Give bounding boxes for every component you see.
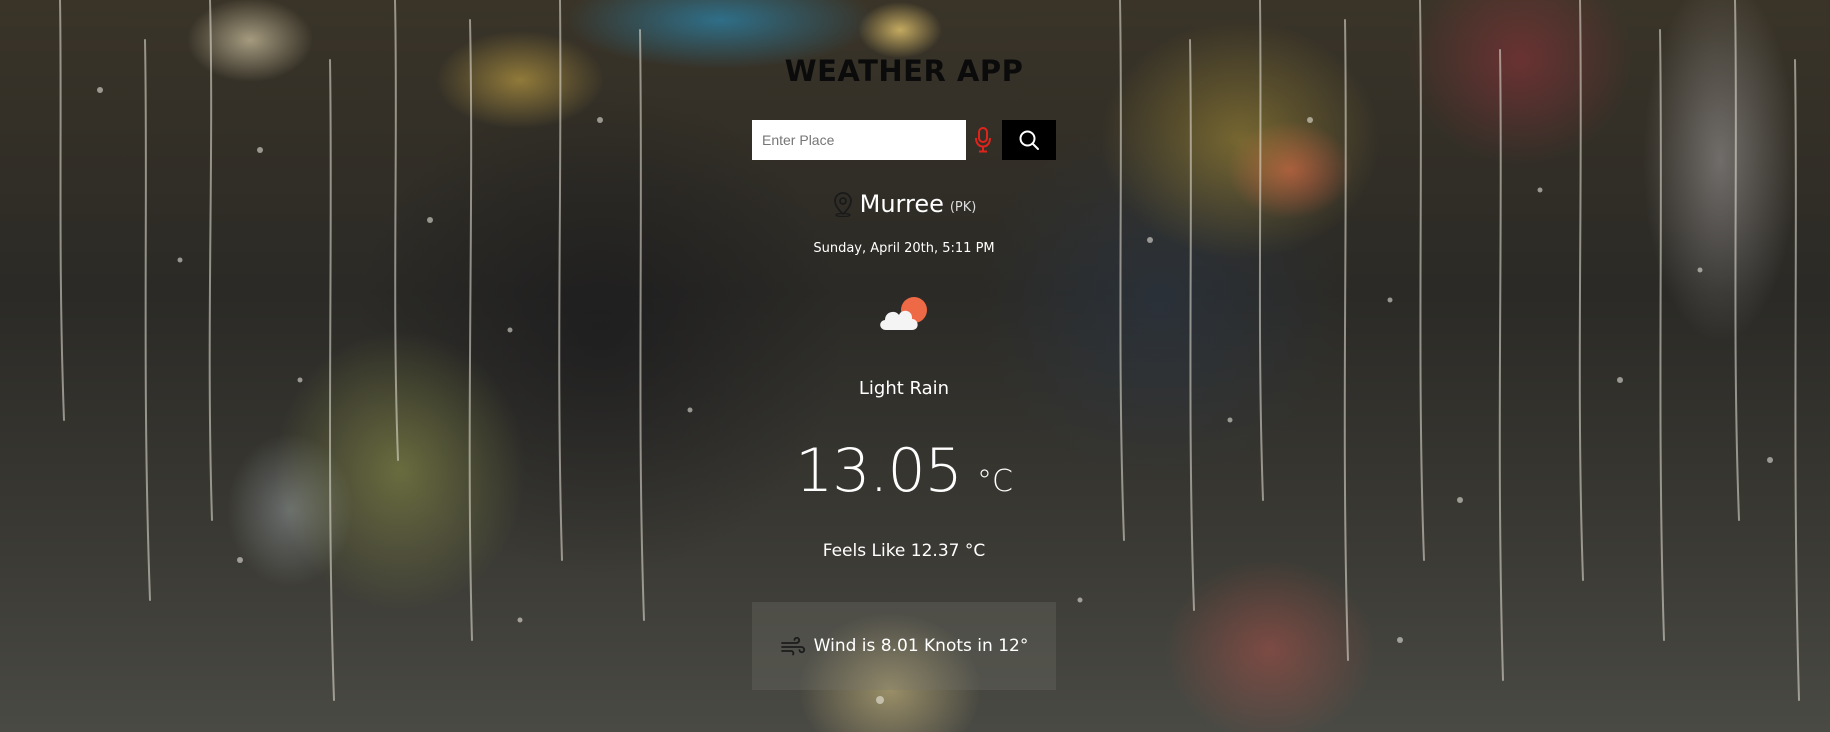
temperature-unit: °C [976,464,1013,499]
date-time: Sunday, April 20th, 5:11 PM [813,241,995,256]
search-icon [1019,130,1039,150]
location-pin-icon [833,192,852,217]
wind-info-panel: Wind is 8.01 Knots in 12° [752,602,1056,690]
search-bar [752,120,1056,160]
temperature: 13.05 °C [0,436,1808,506]
wind-icon [780,636,805,656]
weather-app: WEATHER APP Murree (PK) Sunday, April [0,0,1830,732]
wind-text: Wind is 8.01 Knots in 12° [813,636,1029,656]
place-search-input[interactable] [752,120,966,160]
city-name: Murree [859,190,944,218]
weather-condition: Light Rain [858,378,950,399]
country-code: (PK) [949,199,977,215]
app-title: WEATHER APP [784,54,1024,88]
feels-like: Feels Like 12.37 °C [822,541,986,561]
search-button[interactable] [1002,120,1056,160]
temperature-value: 13.05 [795,436,963,506]
microphone-icon[interactable] [966,120,1000,160]
cloud-sun-icon [880,297,927,330]
location: Murree (PK) [0,190,1808,218]
